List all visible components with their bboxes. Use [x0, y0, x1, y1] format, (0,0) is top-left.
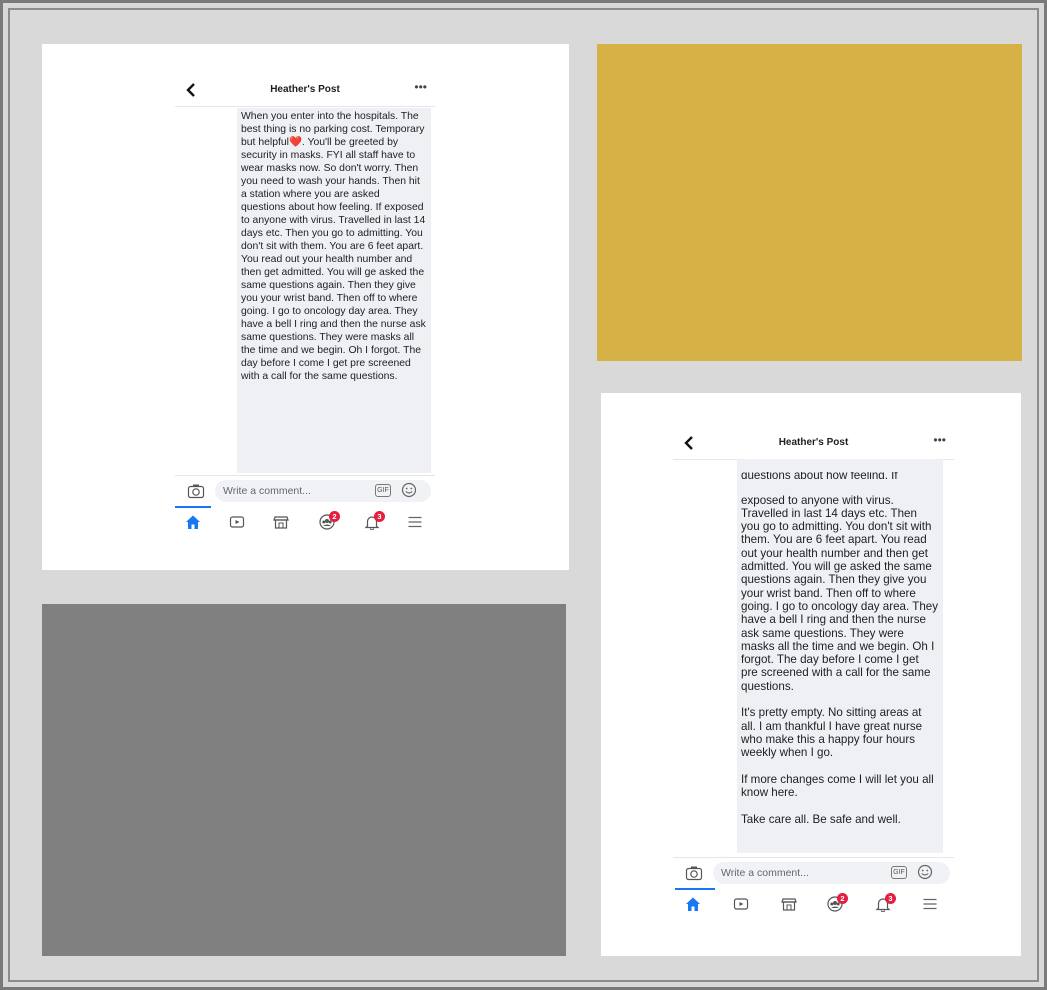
marketplace-icon — [781, 898, 797, 911]
comment-input[interactable] — [215, 480, 431, 502]
gray-color-tile — [42, 604, 566, 956]
menu-icon — [923, 898, 937, 910]
watch-icon — [229, 516, 245, 528]
nav-groups[interactable]: 2 — [313, 510, 343, 536]
bubble-cut-line: questions about how feeling. If — [741, 472, 898, 480]
nav-watch[interactable] — [223, 510, 253, 536]
groups-badge: 2 — [329, 511, 340, 522]
nav-watch[interactable] — [727, 892, 757, 918]
camera-icon[interactable] — [187, 483, 205, 499]
gold-color-tile — [597, 44, 1022, 361]
more-horizontal-icon[interactable]: ••• — [414, 80, 427, 94]
bottom-nav: 2 3 — [175, 506, 435, 538]
post-header: Heather's Post ••• — [175, 76, 435, 107]
smile-icon[interactable] — [401, 482, 417, 498]
nav-home[interactable] — [179, 510, 209, 536]
marketplace-icon — [273, 516, 289, 529]
notifications-badge: 3 — [885, 893, 896, 904]
nav-home[interactable] — [679, 892, 709, 918]
home-icon — [686, 897, 700, 911]
active-tab-indicator — [175, 506, 211, 508]
comment-bar: GIF — [175, 475, 435, 506]
gif-icon[interactable]: GIF — [891, 866, 907, 879]
post-screenshot-b: Heather's Post ••• questions about how f… — [673, 429, 954, 954]
screenshot-tile-bottom-right: Heather's Post ••• questions about how f… — [601, 393, 1021, 956]
watch-icon — [733, 898, 749, 910]
nav-menu[interactable] — [916, 892, 946, 918]
notifications-badge: 3 — [374, 511, 385, 522]
groups-badge: 2 — [837, 893, 848, 904]
comment-input[interactable] — [713, 862, 950, 884]
menu-icon — [408, 516, 422, 528]
nav-notifications[interactable]: 3 — [869, 892, 899, 918]
bottom-nav: 2 3 — [673, 888, 954, 920]
home-icon — [186, 515, 200, 529]
screenshot-tile-top-left: Heather's Post ••• When you enter into t… — [42, 44, 569, 570]
nav-groups[interactable]: 2 — [821, 892, 851, 918]
nav-marketplace[interactable] — [775, 892, 805, 918]
nav-notifications[interactable]: 3 — [358, 510, 388, 536]
post-header: Heather's Post ••• — [673, 429, 954, 460]
comment-bubble: questions about how feeling. If exposed … — [737, 459, 943, 853]
post-title: Heather's Post — [270, 84, 340, 95]
more-horizontal-icon[interactable]: ••• — [933, 433, 946, 447]
gif-icon[interactable]: GIF — [375, 484, 391, 497]
camera-icon[interactable] — [685, 865, 703, 881]
post-title: Heather's Post — [778, 437, 849, 448]
post-screenshot-a: Heather's Post ••• When you enter into t… — [175, 76, 435, 568]
active-tab-indicator — [675, 888, 715, 890]
nav-menu[interactable] — [401, 510, 431, 536]
nav-marketplace[interactable] — [267, 510, 297, 536]
bubble-text: exposed to anyone with virus. Travelled … — [741, 493, 939, 826]
comment-bar: GIF — [673, 857, 954, 888]
comment-bubble: When you enter into the hospitals. The b… — [237, 108, 431, 473]
smile-icon[interactable] — [917, 864, 933, 880]
